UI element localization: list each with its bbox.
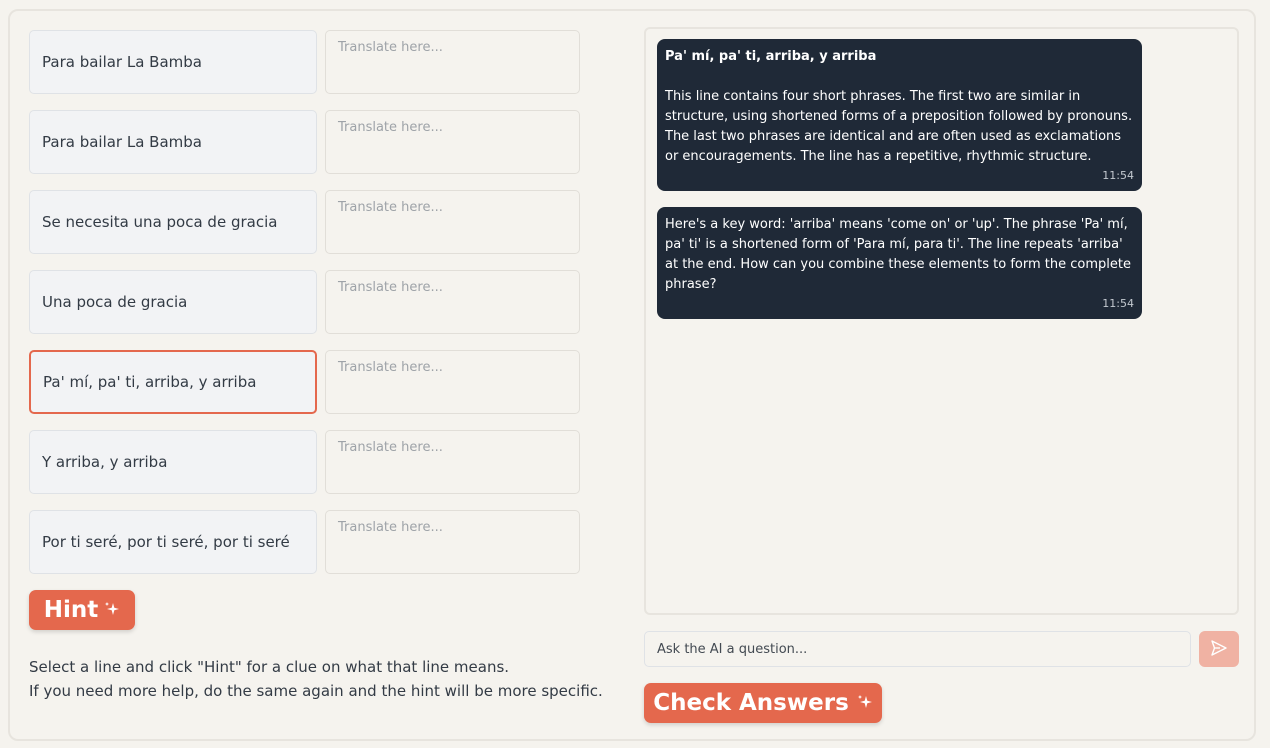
lyric-row: Se necesita una poca de gracia <box>29 190 581 254</box>
sparkle-icon <box>104 597 120 623</box>
message-title: Pa' mí, pa' ti, arriba, y arriba <box>665 49 877 64</box>
lyric-line[interactable]: Por ti seré, por ti seré, por ti seré <box>29 510 317 574</box>
translation-input[interactable] <box>325 110 580 174</box>
check-answers-button[interactable]: Check Answers <box>644 683 882 723</box>
translation-input[interactable] <box>325 350 580 414</box>
instructions: Select a line and click "Hint" for a clu… <box>29 655 603 703</box>
send-icon <box>1210 639 1228 660</box>
translation-input[interactable] <box>325 30 580 94</box>
translation-input[interactable] <box>325 190 580 254</box>
lyric-line[interactable]: Una poca de gracia <box>29 270 317 334</box>
translation-input[interactable] <box>325 430 580 494</box>
lyric-row: Y arriba, y arriba <box>29 430 581 494</box>
message-body: Here's a key word: 'arriba' means 'come … <box>665 217 1131 292</box>
translation-input[interactable] <box>325 510 580 574</box>
chat-message: Pa' mí, pa' ti, arriba, y arriba This li… <box>657 39 1142 191</box>
hint-button-label: Hint <box>43 597 99 623</box>
lyric-row: Para bailar La Bamba <box>29 110 581 174</box>
lyric-row: Una poca de gracia <box>29 270 581 334</box>
message-timestamp: 11:54 <box>1102 297 1134 310</box>
chat-panel: Pa' mí, pa' ti, arriba, y arriba This li… <box>644 27 1239 615</box>
lyric-line[interactable]: Para bailar La Bamba <box>29 110 317 174</box>
hint-button[interactable]: Hint <box>29 590 135 630</box>
instructions-line-1: Select a line and click "Hint" for a clu… <box>29 658 510 676</box>
lyric-row: Por ti seré, por ti seré, por ti seré <box>29 510 581 574</box>
send-button[interactable] <box>1199 631 1239 667</box>
chat-message: Here's a key word: 'arriba' means 'come … <box>657 207 1142 319</box>
lyric-row: Para bailar La Bamba <box>29 30 581 94</box>
ask-ai-input[interactable] <box>644 631 1191 667</box>
lyric-line[interactable]: Se necesita una poca de gracia <box>29 190 317 254</box>
lyric-line[interactable]: Para bailar La Bamba <box>29 30 317 94</box>
check-answers-label: Check Answers <box>653 690 849 716</box>
lyric-line[interactable]: Y arriba, y arriba <box>29 430 317 494</box>
message-timestamp: 11:54 <box>1102 169 1134 182</box>
lyric-line-selected[interactable]: Pa' mí, pa' ti, arriba, y arriba <box>29 350 317 414</box>
sparkle-icon <box>857 690 873 716</box>
lyric-row: Pa' mí, pa' ti, arriba, y arriba <box>29 350 581 414</box>
instructions-line-2: If you need more help, do the same again… <box>29 682 603 700</box>
message-body: This line contains four short phrases. T… <box>665 89 1133 164</box>
translation-input[interactable] <box>325 270 580 334</box>
